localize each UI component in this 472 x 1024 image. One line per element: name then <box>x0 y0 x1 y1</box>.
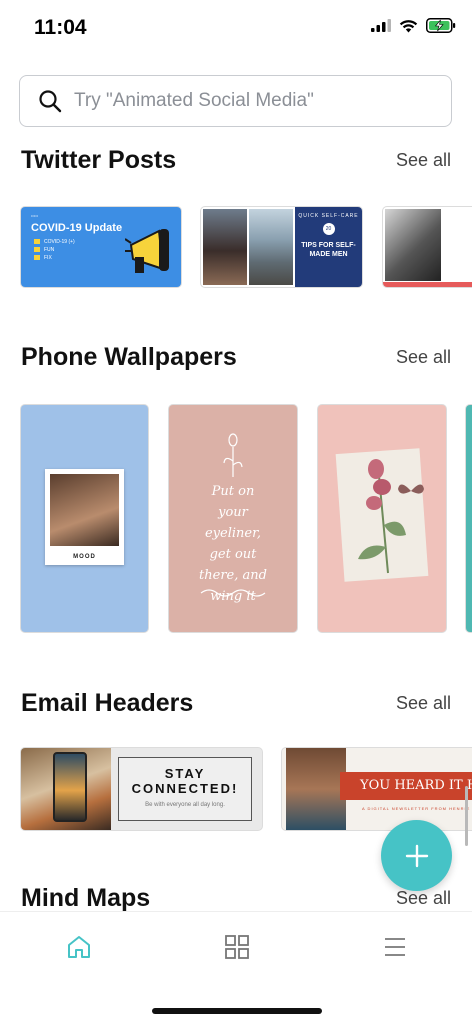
section-header-mind-maps: Mind Maps See all <box>21 884 451 913</box>
create-design-button[interactable] <box>381 820 452 891</box>
photo-portrait <box>385 209 441 281</box>
phone-screen <box>53 752 87 822</box>
phone-wallpapers-row: MOOD Put on your eyeliner, get out there… <box>0 403 472 635</box>
photo-shoes <box>203 209 247 285</box>
covid-card-header-text: ••••• <box>31 213 39 218</box>
status-icons <box>371 18 456 33</box>
section-header-email-headers: Email Headers See all <box>21 689 451 718</box>
tips-kicker: QUICK SELF-CARE <box>298 213 359 219</box>
template-card-floral-wallpaper[interactable] <box>318 405 446 632</box>
list-item: COVID-19 (+) <box>34 238 75 246</box>
template-card-you-heard-it[interactable]: YOU HEARD IT H A DIGITAL NEWSLETTER FROM… <box>282 748 472 830</box>
scribble-underline-icon <box>200 589 266 597</box>
section-title: Twitter Posts <box>21 146 177 174</box>
plus-icon <box>405 844 428 867</box>
tips-panel: QUICK SELF-CARE 20 TIPS FOR SELF-MADE ME… <box>295 207 362 287</box>
polaroid-frame: MOOD <box>45 469 124 565</box>
cellular-signal-icon <box>371 19 391 32</box>
template-card-mood-wallpaper[interactable]: MOOD <box>21 405 148 632</box>
search-bar[interactable] <box>19 75 452 127</box>
section-header-twitter-posts: Twitter Posts See all <box>21 146 451 175</box>
tips-title: TIPS FOR SELF-MADE MEN <box>301 242 356 258</box>
section-title: Email Headers <box>21 689 194 717</box>
covid-card-list: COVID-19 (+) FUN FIX <box>34 238 75 262</box>
search-input[interactable] <box>74 90 434 112</box>
list-item: FIX <box>34 254 75 262</box>
covid-card-title: COVID-19 Update <box>31 222 123 234</box>
see-all-mind-maps-link[interactable]: See all <box>396 888 451 909</box>
template-card-covid-update[interactable]: ••••• COVID-19 Update COVID-19 (+) FUN F… <box>21 207 181 287</box>
grid-icon <box>225 935 249 959</box>
home-icon <box>68 936 90 958</box>
tips-badge: 20 <box>322 223 335 235</box>
twitter-posts-row: ••••• COVID-19 Update COVID-19 (+) FUN F… <box>0 205 472 289</box>
tab-home[interactable] <box>66 934 96 964</box>
photo-woman <box>50 474 119 546</box>
status-bar: 11:04 <box>0 0 472 60</box>
you-heard-it-banner: YOU HEARD IT H <box>340 772 472 800</box>
battery-charging-icon <box>426 18 456 33</box>
photo-mountain <box>249 209 293 285</box>
template-card-wallpaper-partial[interactable] <box>466 405 472 632</box>
quote-bar <box>383 282 472 287</box>
see-all-twitter-posts-link[interactable]: See all <box>396 150 451 171</box>
home-indicator[interactable] <box>152 1008 322 1014</box>
photo-woman-braids <box>286 748 346 830</box>
wifi-icon <box>399 19 418 32</box>
tab-designs[interactable] <box>224 934 254 964</box>
email-headers-row: STAY CONNECTED! Be with everyone all day… <box>0 746 472 832</box>
see-all-phone-wallpapers-link[interactable]: See all <box>396 347 451 368</box>
section-title: Mind Maps <box>21 884 151 912</box>
template-card-quote[interactable] <box>383 207 472 287</box>
template-card-stay-connected[interactable]: STAY CONNECTED! Be with everyone all day… <box>21 748 262 830</box>
status-time: 11:04 <box>34 16 87 39</box>
template-card-self-care-tips[interactable]: QUICK SELF-CARE 20 TIPS FOR SELF-MADE ME… <box>201 207 362 287</box>
stay-connected-title: STAY CONNECTED! <box>131 766 239 796</box>
megaphone-icon <box>125 229 169 273</box>
scrollbar[interactable] <box>465 786 468 846</box>
stay-connected-box: STAY CONNECTED! Be with everyone all day… <box>118 757 252 821</box>
section-header-phone-wallpapers: Phone Wallpapers See all <box>21 343 451 372</box>
flower-doodle-icon <box>223 433 243 477</box>
newsletter-subtitle: A DIGITAL NEWSLETTER FROM HENRIE <box>362 806 471 811</box>
search-icon <box>39 90 62 113</box>
butterfly-icon <box>398 484 424 494</box>
list-item: FUN <box>34 246 75 254</box>
tab-menu[interactable] <box>382 934 412 964</box>
menu-icon <box>385 938 405 956</box>
stay-connected-subtitle: Be with everyone all day long. <box>145 802 225 808</box>
polaroid-caption: MOOD <box>73 554 96 560</box>
template-card-quote-wallpaper[interactable]: Put on your eyeliner, get out there, and… <box>169 405 297 632</box>
see-all-email-headers-link[interactable]: See all <box>396 693 451 714</box>
section-title: Phone Wallpapers <box>21 343 237 371</box>
flower-illustration-icon <box>358 459 406 574</box>
